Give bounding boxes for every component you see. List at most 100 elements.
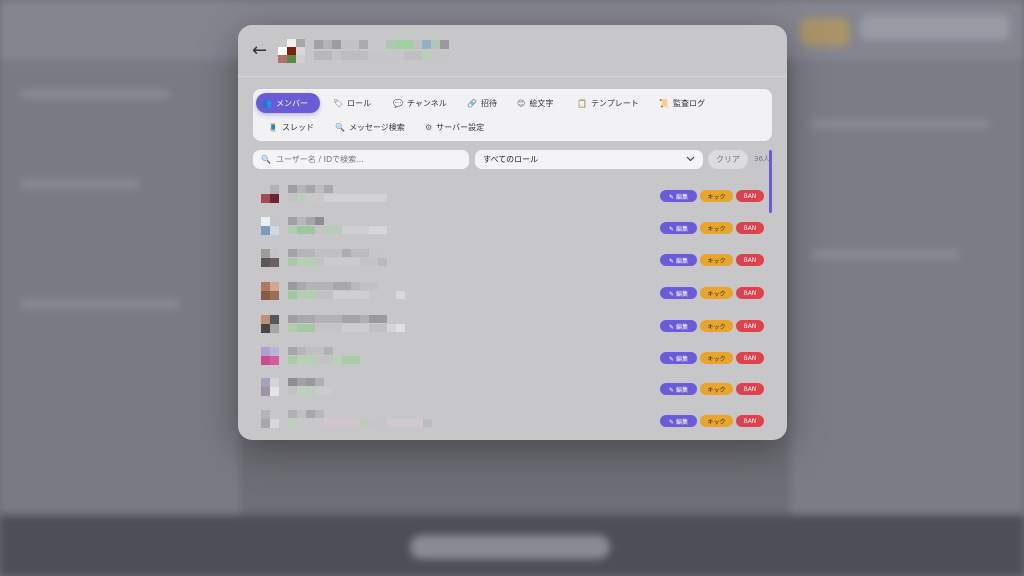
scroll-icon: 📜: [659, 98, 669, 108]
member-id-redacted: [288, 324, 405, 332]
avatar: [261, 410, 279, 428]
member-row: ✎ 編集 キック BAN: [238, 212, 787, 244]
member-row: ✎ 編集 キック BAN: [238, 405, 787, 437]
avatar: [261, 315, 279, 333]
role-filter-select[interactable]: すべてのロール: [475, 150, 703, 169]
member-actions: ✎ 編集 キック BAN: [660, 222, 764, 234]
member-name-redacted: [288, 315, 387, 323]
tab-label: テンプレート: [590, 98, 639, 108]
background-sidebar: [0, 60, 240, 520]
back-arrow-icon[interactable]: ←: [252, 39, 267, 63]
tab-audit-log[interactable]: 📜 監査ログ: [653, 93, 711, 113]
member-id-redacted: [288, 387, 333, 395]
tab-channels[interactable]: 💬 チャンネル: [387, 93, 453, 113]
tab-invites[interactable]: 🔗 招待: [461, 93, 503, 113]
kick-button[interactable]: キック: [700, 383, 733, 395]
kick-button[interactable]: キック: [700, 287, 733, 299]
member-id-redacted: [288, 194, 387, 202]
clear-button[interactable]: クリア: [708, 150, 748, 169]
member-name-redacted: [288, 217, 324, 225]
kick-button[interactable]: キック: [700, 320, 733, 332]
background-line: [20, 90, 170, 98]
member-list: ✎ 編集 キック BAN ✎ 編集 キック BAN ✎ 編集 キック BAN ✎…: [238, 175, 787, 440]
thread-icon: 🧵: [268, 122, 278, 132]
kick-button[interactable]: キック: [700, 415, 733, 427]
tab-message-search[interactable]: 🔍 メッセージ検索: [329, 117, 411, 137]
tab-label: 監査ログ: [672, 98, 705, 108]
member-name-redacted: [288, 249, 378, 257]
edit-button[interactable]: ✎ 編集: [660, 254, 697, 266]
member-id-redacted: [288, 226, 387, 234]
tab-server-settings[interactable]: ⚙ サーバー設定: [419, 117, 490, 137]
member-id-redacted: [288, 356, 360, 364]
search-icon: 🔍: [261, 155, 271, 164]
tab-templates[interactable]: 📋 テンプレート: [571, 93, 645, 113]
member-row: ✎ 編集 キック BAN: [238, 244, 787, 276]
tab-roles[interactable]: 🏷 ロール: [327, 93, 377, 113]
edit-button[interactable]: ✎ 編集: [660, 415, 697, 427]
member-actions: ✎ 編集 キック BAN: [660, 190, 764, 202]
tag-icon: 🏷: [333, 98, 344, 108]
link-icon: 🔗: [467, 98, 477, 108]
member-actions: ✎ 編集 キック BAN: [660, 254, 764, 266]
role-select-value: すべてのロール: [483, 155, 539, 164]
member-row: ✎ 編集 キック BAN: [238, 277, 787, 309]
tab-panel: 👥 メンバー 🏷 ロール 💬 チャンネル 🔗 招待 😊 絵文字 📋 テンプレート…: [253, 89, 772, 141]
member-name-redacted: [288, 282, 378, 290]
member-count: 36人: [754, 155, 770, 163]
tab-members[interactable]: 👥 メンバー: [256, 93, 320, 113]
tab-label: ロール: [347, 98, 372, 108]
member-row: ✎ 編集 キック BAN: [238, 373, 787, 405]
member-actions: ✎ 編集 キック BAN: [660, 383, 764, 395]
server-name-redacted: [314, 40, 449, 49]
chevron-down-icon: [686, 155, 695, 164]
kick-button[interactable]: キック: [700, 352, 733, 364]
ban-button[interactable]: BAN: [736, 190, 764, 202]
background-search: [860, 14, 1010, 40]
background-input-pill: [410, 535, 610, 559]
member-actions: ✎ 編集 キック BAN: [660, 352, 764, 364]
members-icon: 👥: [262, 98, 272, 108]
tab-label: 絵文字: [529, 98, 554, 108]
member-actions: ✎ 編集 キック BAN: [660, 287, 764, 299]
kick-button[interactable]: キック: [700, 190, 733, 202]
edit-button[interactable]: ✎ 編集: [660, 190, 697, 202]
tab-label: サーバー設定: [436, 122, 485, 132]
edit-button[interactable]: ✎ 編集: [660, 383, 697, 395]
avatar: [261, 282, 279, 300]
ban-button[interactable]: BAN: [736, 287, 764, 299]
background-line: [20, 180, 140, 188]
background-line: [20, 300, 180, 308]
magnifier-icon: 🔍: [335, 122, 345, 132]
server-settings-modal: ← 👥 メンバー 🏷 ロール 💬 チャンネル 🔗 招待 😊 絵文字 📋 テンプレ…: [238, 25, 787, 440]
background-line: [810, 250, 960, 258]
member-search-input[interactable]: [275, 155, 466, 164]
background-accent: [800, 18, 850, 46]
tab-label: メンバー: [275, 98, 308, 108]
clipboard-icon: 📋: [577, 98, 587, 108]
edit-button[interactable]: ✎ 編集: [660, 352, 697, 364]
background-right-panel: [790, 60, 1024, 520]
member-name-redacted: [288, 347, 333, 355]
edit-button[interactable]: ✎ 編集: [660, 287, 697, 299]
ban-button[interactable]: BAN: [736, 415, 764, 427]
gear-icon: ⚙: [425, 122, 433, 132]
kick-button[interactable]: キック: [700, 222, 733, 234]
chat-bubble-icon: 💬: [393, 98, 403, 108]
tab-threads[interactable]: 🧵 スレッド: [262, 117, 320, 137]
member-name-redacted: [288, 378, 324, 386]
avatar: [261, 185, 279, 203]
ban-button[interactable]: BAN: [736, 352, 764, 364]
search-box[interactable]: 🔍: [253, 150, 469, 169]
server-id-redacted: [314, 51, 449, 60]
member-actions: ✎ 編集 キック BAN: [660, 415, 764, 427]
ban-button[interactable]: BAN: [736, 383, 764, 395]
ban-button[interactable]: BAN: [736, 254, 764, 266]
member-name-redacted: [288, 410, 324, 418]
edit-button[interactable]: ✎ 編集: [660, 222, 697, 234]
ban-button[interactable]: BAN: [736, 320, 764, 332]
ban-button[interactable]: BAN: [736, 222, 764, 234]
edit-button[interactable]: ✎ 編集: [660, 320, 697, 332]
kick-button[interactable]: キック: [700, 254, 733, 266]
tab-emoji[interactable]: 😊 絵文字: [511, 93, 559, 113]
